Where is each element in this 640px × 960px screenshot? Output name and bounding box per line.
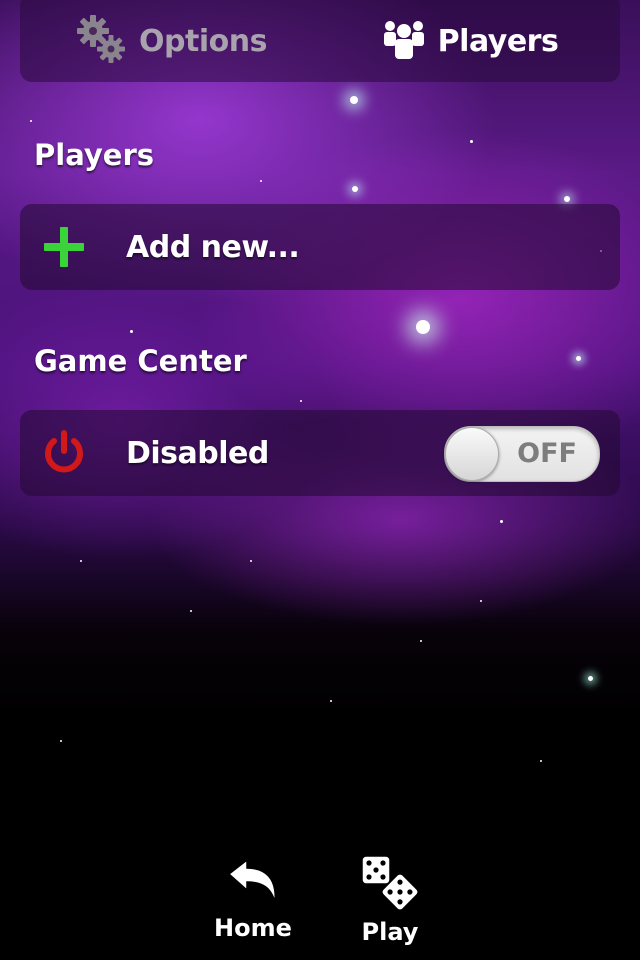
players-section-title: Players xyxy=(34,138,155,172)
home-label: Home xyxy=(214,914,292,942)
tab-players[interactable]: Players xyxy=(320,0,620,82)
play-button[interactable]: Play xyxy=(358,854,422,946)
play-label: Play xyxy=(361,918,419,946)
add-new-label: Add new... xyxy=(126,229,300,265)
dice-icon xyxy=(358,854,422,916)
gears-icon xyxy=(73,11,129,71)
toggle-state-text: OFF xyxy=(517,438,577,469)
toggle-knob[interactable] xyxy=(445,427,499,481)
game-center-toggle[interactable]: OFF xyxy=(444,426,600,482)
bottom-navigation: Home Play xyxy=(0,850,640,950)
tab-players-label: Players xyxy=(437,23,559,59)
people-icon xyxy=(382,18,428,64)
game-center-section-title: Game Center xyxy=(34,344,247,378)
add-new-player-row[interactable]: Add new... xyxy=(20,204,620,290)
game-center-status-label: Disabled xyxy=(126,435,269,471)
game-center-row: Disabled OFF xyxy=(20,410,620,496)
power-icon xyxy=(32,421,96,485)
tab-options[interactable]: Options xyxy=(20,0,320,82)
home-button[interactable]: Home xyxy=(214,858,292,942)
top-tab-bar: Options Players xyxy=(20,0,620,82)
tab-options-label: Options xyxy=(139,23,267,59)
back-arrow-icon xyxy=(225,858,281,912)
plus-icon xyxy=(32,215,96,279)
